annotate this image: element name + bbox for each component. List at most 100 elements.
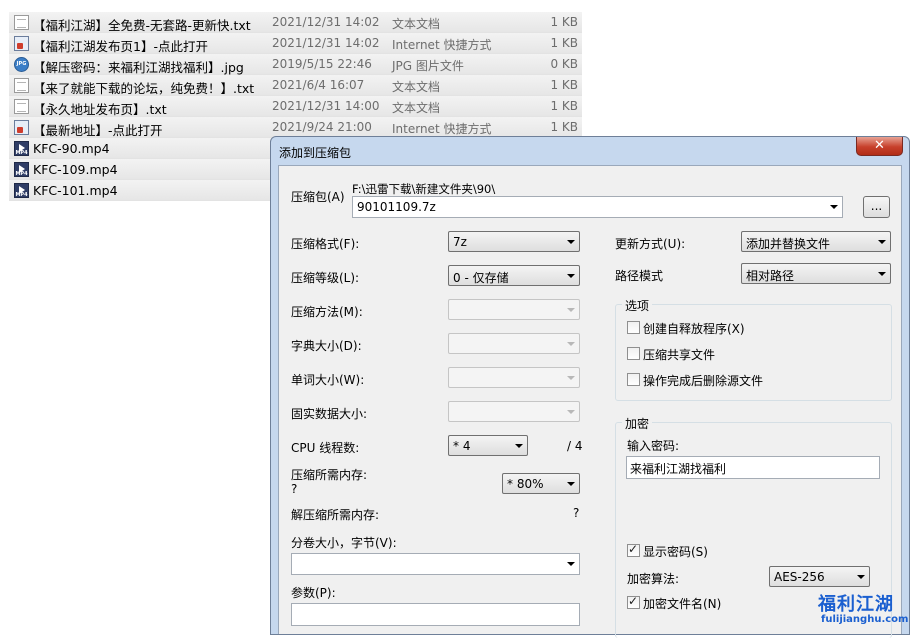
path-mode-label: 路径模式 (615, 269, 664, 283)
archive-name-value: 90101109.7z (357, 200, 436, 214)
cpu-threads-max: / 4 (567, 439, 583, 453)
checkbox[interactable] (627, 347, 640, 360)
file-date: 2019/5/15 22:46 (272, 57, 372, 71)
parameters-label: 参数(P): (291, 586, 336, 600)
chevron-down-icon (567, 308, 575, 312)
file-name: 【来了就能下载的论坛，纯免费！】.txt (33, 81, 255, 96)
file-row[interactable]: 【最新地址】-点此打开 2021/9/24 21:00 Internet 快捷方… (9, 117, 582, 138)
file-size: 0 KB (550, 57, 578, 71)
dialog-titlebar[interactable]: 添加到压缩包 ✕ (271, 137, 909, 165)
sfx-label: 创建自释放程序(X) (643, 322, 745, 336)
dialog-body: 压缩包(A) F:\迅雷下载\新建文件夹\90\ 90101109.7z ...… (278, 165, 902, 638)
level-combo[interactable]: 0 - 仅存储 (448, 265, 580, 286)
dictionary-label: 字典大小(D): (291, 339, 362, 353)
file-date: 2021/6/4 16:07 (272, 78, 365, 92)
show-password-label: 显示密码(S) (643, 545, 708, 559)
archive-path: F:\迅雷下载\新建文件夹\90\ (352, 182, 496, 196)
file-name: 【福利江湖】全免费-无套路-更新快.txt (33, 18, 251, 33)
file-type: JPG 图片文件 (392, 59, 464, 73)
options-title: 选项 (622, 297, 653, 314)
chevron-down-icon (878, 272, 886, 276)
memory-percent-combo[interactable]: * 80% (502, 473, 580, 494)
file-row[interactable]: 【福利江湖发布页1】-点此打开 2021/12/31 14:02 Interne… (9, 33, 582, 54)
shortcut-icon (14, 120, 29, 135)
text-file-icon (14, 78, 29, 93)
volume-size-combo[interactable] (291, 553, 580, 575)
close-icon: ✕ (874, 138, 885, 153)
mp4-file-icon: MP4 (14, 162, 29, 177)
cpu-threads-combo[interactable]: * 4 (448, 435, 528, 456)
jpg-file-icon: JPG (14, 57, 29, 72)
file-name: KFC-101.mp4 (33, 183, 118, 198)
text-file-icon (14, 15, 29, 30)
method-combo (448, 299, 580, 320)
chevron-down-icon (567, 562, 575, 566)
chevron-down-icon (515, 444, 523, 448)
volume-size-label: 分卷大小，字节(V): (291, 536, 397, 550)
encryption-method-combo[interactable]: AES-256 (769, 566, 870, 587)
decompress-memory-value: ? (573, 506, 580, 520)
encryption-title: 加密 (622, 415, 653, 432)
file-type: 文本文档 (392, 101, 441, 115)
file-name: KFC-109.mp4 (33, 162, 118, 177)
checkbox[interactable] (627, 594, 640, 609)
chevron-down-icon (857, 575, 865, 579)
browse-button[interactable]: ... (863, 196, 890, 218)
cpu-threads-label: CPU 线程数: (291, 441, 360, 455)
file-type: Internet 快捷方式 (392, 122, 492, 136)
checkbox[interactable] (627, 321, 640, 334)
level-value: 0 - 仅存储 (453, 271, 509, 285)
format-label: 压缩格式(F): (291, 237, 360, 251)
word-size-label: 单词大小(W): (291, 373, 365, 387)
file-row[interactable]: 【福利江湖】全免费-无套路-更新快.txt 2021/12/31 14:02 文… (9, 12, 582, 33)
file-row[interactable]: 【来了就能下载的论坛，纯免费！】.txt 2021/6/4 16:07 文本文档… (9, 75, 582, 96)
shortcut-icon (14, 36, 29, 51)
file-date: 2021/9/24 21:00 (272, 120, 372, 134)
dictionary-combo (448, 333, 580, 354)
archive-name-combo[interactable]: 90101109.7z (352, 196, 843, 218)
chevron-down-icon (567, 482, 575, 486)
options-group: 选项 创建自释放程序(X) 压缩共享文件 操作完成后删除源文件 (615, 297, 892, 401)
level-label: 压缩等级(L): (291, 271, 360, 285)
chevron-down-icon (830, 205, 838, 209)
chevron-down-icon (567, 240, 575, 244)
mp4-file-icon: MP4 (14, 183, 29, 198)
encryption-method-label: 加密算法: (627, 572, 680, 586)
checkbox[interactable] (627, 542, 640, 557)
file-row[interactable]: JPG 【解压密码：来福利江湖找福利】.jpg 2019/5/15 22:46 … (9, 54, 582, 75)
cpu-threads-value: * 4 (453, 439, 471, 453)
file-type: Internet 快捷方式 (392, 38, 492, 52)
watermark-logo: 福利江湖 fulijianghu.com (818, 590, 912, 630)
encrypt-names-label: 加密文件名(N) (643, 597, 722, 611)
file-size: 1 KB (550, 99, 578, 113)
update-mode-label: 更新方式(U): (615, 237, 686, 251)
file-size: 1 KB (550, 120, 578, 134)
file-name: 【最新地址】-点此打开 (33, 123, 163, 138)
path-mode-combo[interactable]: 相对路径 (741, 263, 891, 284)
file-name: 【永久地址发布页】.txt (33, 102, 167, 117)
password-input[interactable]: 来福利江湖找福利 (626, 456, 880, 479)
solid-block-label: 固实数据大小: (291, 407, 368, 421)
memory-percent-value: * 80% (507, 477, 544, 491)
close-button[interactable]: ✕ (856, 137, 903, 156)
file-size: 1 KB (550, 15, 578, 29)
file-row[interactable]: 【永久地址发布页】.txt 2021/12/31 14:00 文本文档 1 KB (9, 96, 582, 117)
shared-files-label: 压缩共享文件 (643, 348, 716, 362)
password-label: 输入密码: (627, 439, 680, 453)
format-combo[interactable]: 7z (448, 231, 580, 252)
method-label: 压缩方法(M): (291, 305, 363, 319)
checkbox[interactable] (627, 373, 640, 386)
chevron-down-icon (567, 274, 575, 278)
watermark-url: fulijianghu.com (821, 614, 909, 625)
update-mode-combo[interactable]: 添加并替换文件 (741, 231, 891, 252)
solid-block-combo (448, 401, 580, 422)
archive-label: 压缩包(A) (291, 190, 345, 204)
file-date: 2021/12/31 14:02 (272, 15, 380, 29)
file-name: 【解压密码：来福利江湖找福利】.jpg (33, 60, 244, 75)
update-mode-value: 添加并替换文件 (746, 237, 831, 251)
add-to-archive-dialog: 添加到压缩包 ✕ 压缩包(A) F:\迅雷下载\新建文件夹\90\ 901011… (270, 136, 910, 638)
delete-after-label: 操作完成后删除源文件 (643, 374, 764, 388)
parameters-input[interactable] (291, 603, 580, 626)
file-size: 1 KB (550, 78, 578, 92)
format-value: 7z (453, 235, 467, 249)
